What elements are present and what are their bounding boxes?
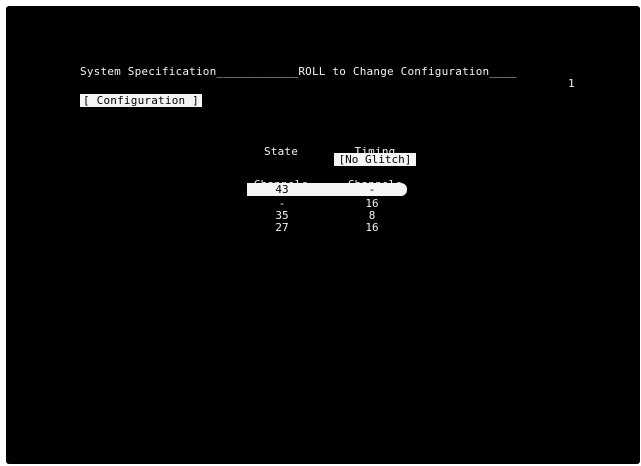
config-row-1[interactable]: 43 - xyxy=(247,184,407,196)
timing-mode-button[interactable]: [No Glitch] xyxy=(334,153,416,166)
page-number: 1 xyxy=(568,77,575,90)
timing-channels-value: - xyxy=(368,183,376,196)
config-row-4[interactable]: 27 16 xyxy=(247,222,407,234)
config-row-2[interactable]: - 16 xyxy=(247,198,407,210)
page-title: System Specification____________ROLL to … xyxy=(80,65,517,78)
timing-channels-value: 16 xyxy=(365,221,379,234)
state-channels-value: 43 xyxy=(275,183,289,196)
configuration-button[interactable]: [ Configuration ] xyxy=(80,94,202,107)
crt-screen: System Specification____________ROLL to … xyxy=(6,6,640,464)
state-channels-value: 27 xyxy=(275,221,289,234)
state-header-line1: State xyxy=(263,145,299,158)
config-row-3[interactable]: 35 8 xyxy=(247,210,407,222)
